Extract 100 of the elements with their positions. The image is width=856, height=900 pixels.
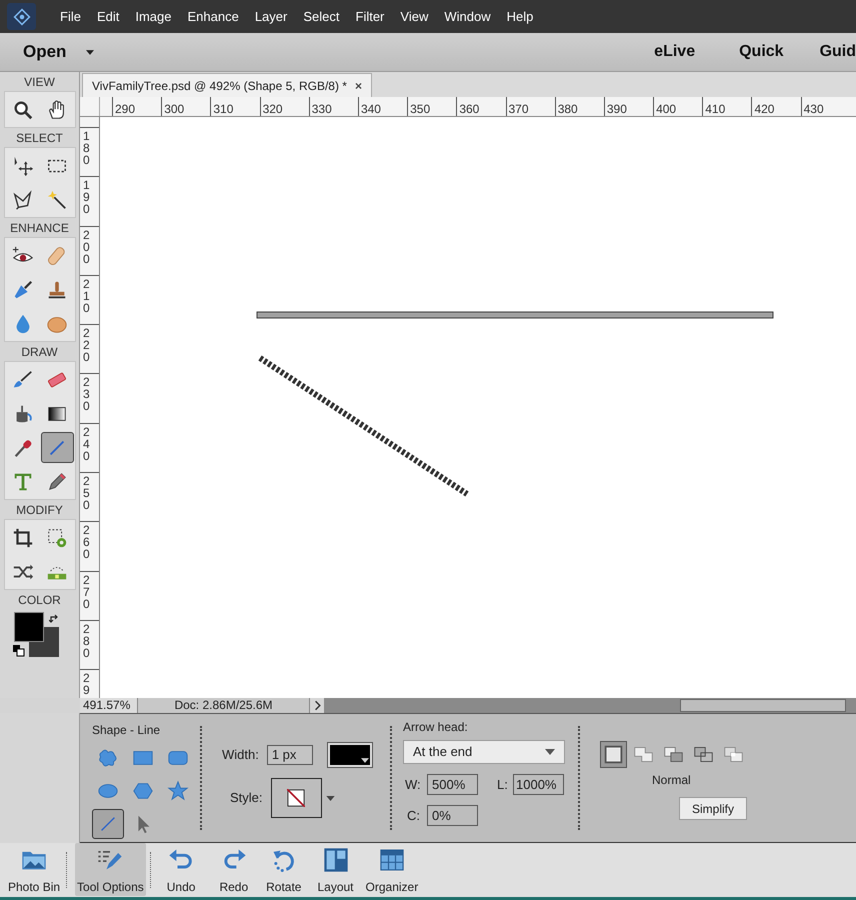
menu-item[interactable]: Window bbox=[436, 6, 499, 26]
arrow-head-label: Arrow head: bbox=[403, 719, 469, 736]
paintbrush-icon bbox=[12, 368, 34, 390]
combine-mode-name: Normal bbox=[652, 772, 692, 789]
bottom-bar-button[interactable]: Redo bbox=[217, 843, 250, 896]
width-label: Width: bbox=[222, 746, 259, 764]
default-colors-icon[interactable] bbox=[12, 645, 24, 657]
ruler-label: 300 bbox=[164, 102, 184, 116]
mode-tab[interactable]: Guid bbox=[820, 40, 856, 64]
ruler-label: 190 bbox=[83, 179, 91, 216]
bottom-bar-button[interactable]: Organizer bbox=[364, 843, 420, 896]
square-icon bbox=[603, 744, 624, 765]
line-shape[interactable] bbox=[258, 356, 469, 496]
close-button[interactable]: × bbox=[354, 76, 362, 94]
brush-icon bbox=[12, 278, 34, 300]
ruler-label: 290 bbox=[115, 102, 136, 116]
ruler-label: 400 bbox=[656, 102, 676, 116]
swap-arrows-icon[interactable] bbox=[48, 614, 58, 624]
menu-item[interactable]: Edit bbox=[88, 6, 128, 26]
ruler-label: 320 bbox=[262, 102, 283, 116]
ruler-label: 180 bbox=[83, 130, 91, 166]
simplify-button[interactable]: Simplify bbox=[679, 797, 747, 820]
subtract-shapes-icon bbox=[663, 744, 684, 765]
ruler-label: 270 bbox=[83, 574, 91, 610]
ruler-label: 370 bbox=[508, 102, 529, 116]
intersect-shapes-icon bbox=[693, 744, 714, 765]
document-tab[interactable]: VivFamilyTree.psd @ 492% (Shape 5, RGB/8) * × bbox=[82, 73, 372, 97]
exclude-shapes-icon bbox=[723, 744, 744, 765]
layout-icon bbox=[322, 846, 350, 874]
bottom-bar-button[interactable]: Rotate bbox=[264, 843, 304, 896]
menu-item[interactable]: Help bbox=[498, 6, 542, 26]
shape-button[interactable] bbox=[92, 809, 124, 839]
add-shapes-icon bbox=[633, 744, 654, 765]
menu-item[interactable]: View bbox=[392, 6, 436, 26]
w-label: W: bbox=[404, 776, 422, 794]
section-title: ENHANCE bbox=[10, 221, 69, 235]
combine-mode-button[interactable] bbox=[600, 741, 627, 768]
mode-tab[interactable]: Quick bbox=[739, 40, 784, 64]
pencil-icon bbox=[46, 470, 68, 492]
zoom-level: 491.57% bbox=[80, 698, 138, 713]
document-title: VivFamilyTree.psd @ 492% (Shape 5, RGB/8) * bbox=[92, 78, 347, 94]
menu-item[interactable]: Image bbox=[127, 6, 180, 26]
bottom-bar-button[interactable]: Tool Options bbox=[75, 843, 146, 896]
caret-icon[interactable] bbox=[86, 50, 94, 54]
caret-icon bbox=[545, 749, 555, 755]
menu-item[interactable]: Select bbox=[295, 6, 348, 26]
section-title: VIEW bbox=[24, 75, 55, 89]
mode-tab[interactable]: eLive bbox=[654, 40, 696, 64]
crop-icon bbox=[12, 526, 34, 548]
ruler-label: 360 bbox=[459, 102, 480, 116]
star-icon bbox=[167, 780, 189, 802]
width-field[interactable]: 1 px bbox=[266, 745, 313, 765]
menu-item[interactable]: File bbox=[52, 6, 89, 26]
section-title: DRAW bbox=[21, 345, 58, 359]
document-size: Doc: 2.86M/25.6M bbox=[138, 698, 310, 713]
bottom-bar-button[interactable]: Photo Bin bbox=[6, 843, 62, 896]
no-style-icon bbox=[287, 789, 306, 807]
ruler-label: 430 bbox=[804, 102, 824, 116]
caret-icon[interactable] bbox=[326, 796, 335, 800]
menu-item[interactable]: Layer bbox=[246, 6, 296, 26]
stroke-color-swatch[interactable] bbox=[326, 742, 373, 768]
ruler-label: 29 bbox=[83, 672, 91, 696]
ruler-label: 260 bbox=[83, 524, 91, 560]
bottom-bar-button[interactable]: Layout bbox=[315, 843, 356, 896]
section-title: COLOR bbox=[18, 593, 61, 607]
arrow-length-field[interactable]: 1000% bbox=[513, 774, 564, 795]
app-logo-icon bbox=[12, 8, 30, 26]
ruler-label: 350 bbox=[410, 102, 430, 116]
blob-shape-icon bbox=[97, 747, 119, 769]
c-label: C: bbox=[406, 806, 421, 825]
ruler-label: 310 bbox=[213, 102, 234, 116]
bottom-bar-button[interactable]: Undo bbox=[164, 843, 198, 896]
ruler-label: 390 bbox=[606, 102, 627, 116]
magic-wand-icon bbox=[46, 188, 68, 210]
menu-item[interactable]: Filter bbox=[348, 6, 392, 26]
style-label: Style: bbox=[230, 789, 263, 808]
hexagon-icon bbox=[132, 780, 154, 802]
chevron-right-icon[interactable] bbox=[310, 698, 324, 713]
concavity-field[interactable]: 0% bbox=[427, 805, 478, 826]
section-title: SELECT bbox=[16, 131, 63, 145]
ruler-label: 200 bbox=[83, 228, 91, 265]
ruler-label: 210 bbox=[83, 278, 91, 314]
menu-item[interactable]: Enhance bbox=[180, 6, 247, 26]
ruler-label: 380 bbox=[558, 102, 578, 116]
open-button[interactable]: Open bbox=[23, 39, 66, 65]
search-icon bbox=[12, 98, 34, 120]
foreground-color-swatch[interactable] bbox=[14, 612, 44, 642]
style-picker[interactable] bbox=[270, 778, 322, 818]
app-logo[interactable] bbox=[7, 3, 36, 30]
tool-options-title: Shape - Line bbox=[92, 722, 162, 739]
background-color-swatch[interactable] bbox=[28, 627, 58, 657]
arrow-width-field[interactable]: 500% bbox=[427, 774, 478, 795]
ruler-label: 280 bbox=[83, 622, 91, 659]
scroll-thumb[interactable] bbox=[680, 699, 846, 712]
ruler-label: 330 bbox=[312, 102, 332, 116]
ruler-label: 240 bbox=[83, 426, 91, 462]
ruler-label: 250 bbox=[83, 475, 91, 512]
ruler-label: 410 bbox=[705, 102, 726, 116]
arrow-head-dropdown[interactable]: At the end bbox=[403, 740, 565, 764]
caret-icon[interactable] bbox=[360, 758, 369, 763]
